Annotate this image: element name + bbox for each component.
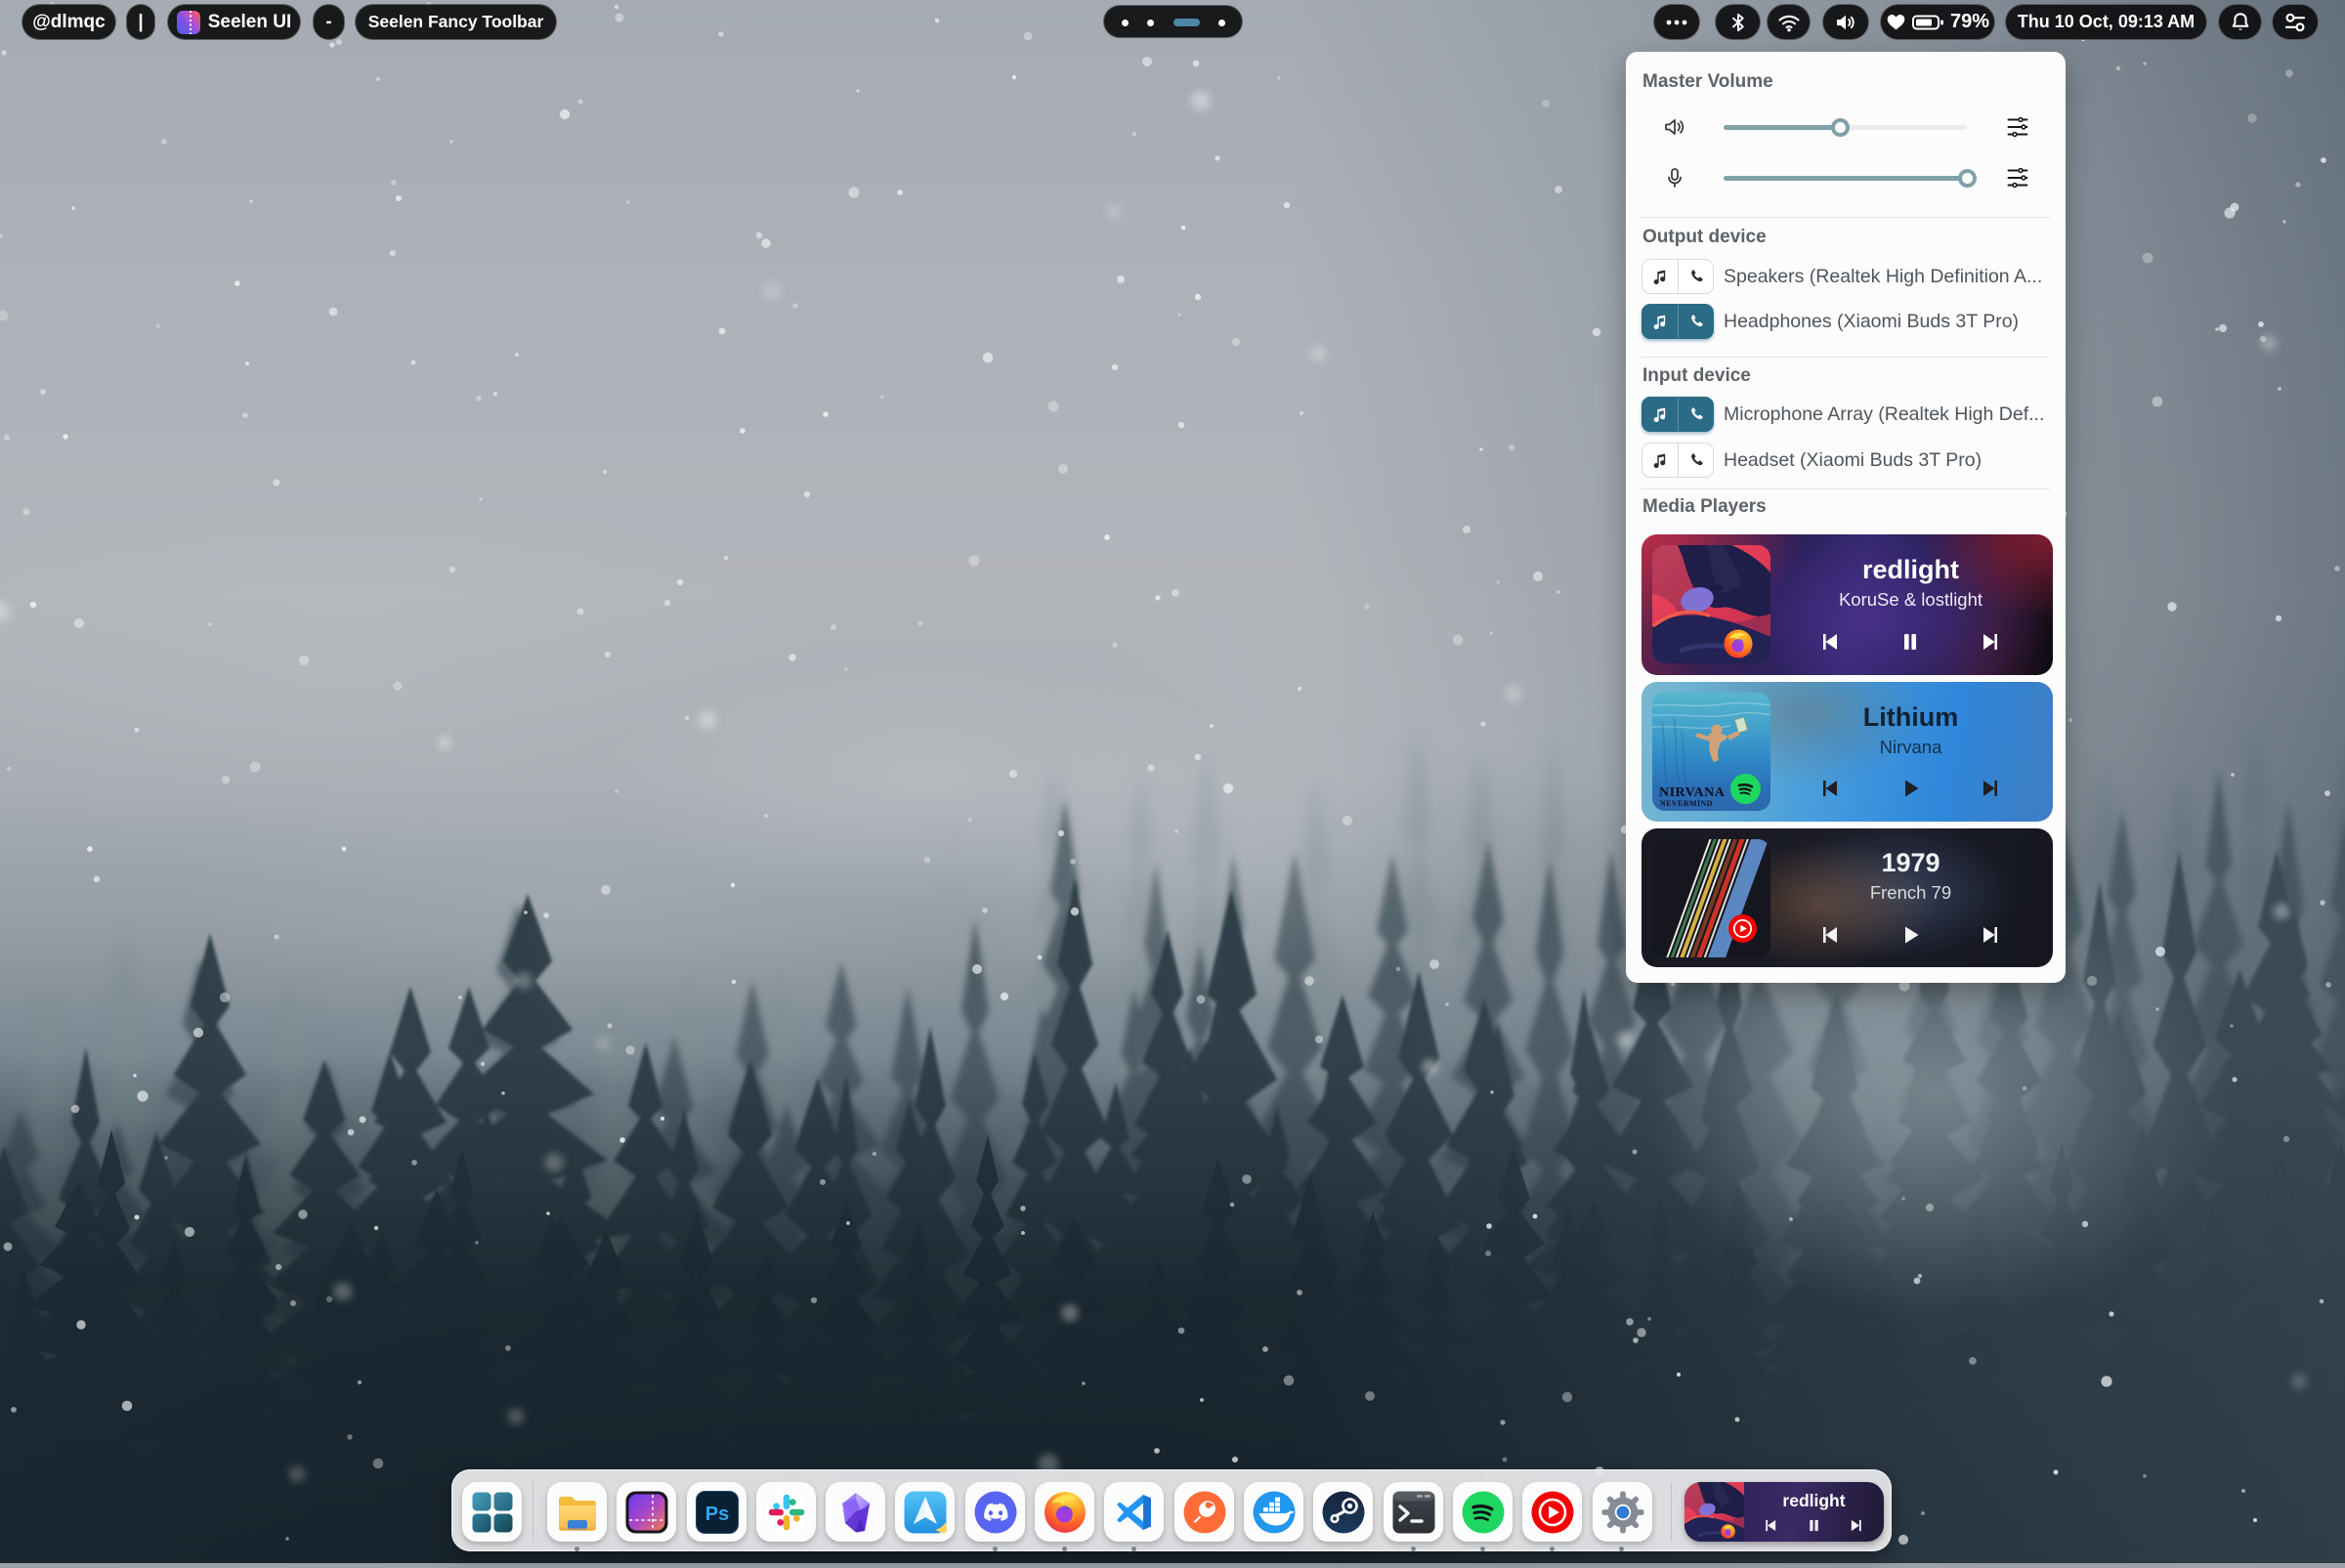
- svg-text:Ps: Ps: [704, 1504, 728, 1525]
- svg-text:NIRVANA: NIRVANA: [1659, 785, 1726, 800]
- svg-text:NEVERMIND: NEVERMIND: [1660, 799, 1713, 808]
